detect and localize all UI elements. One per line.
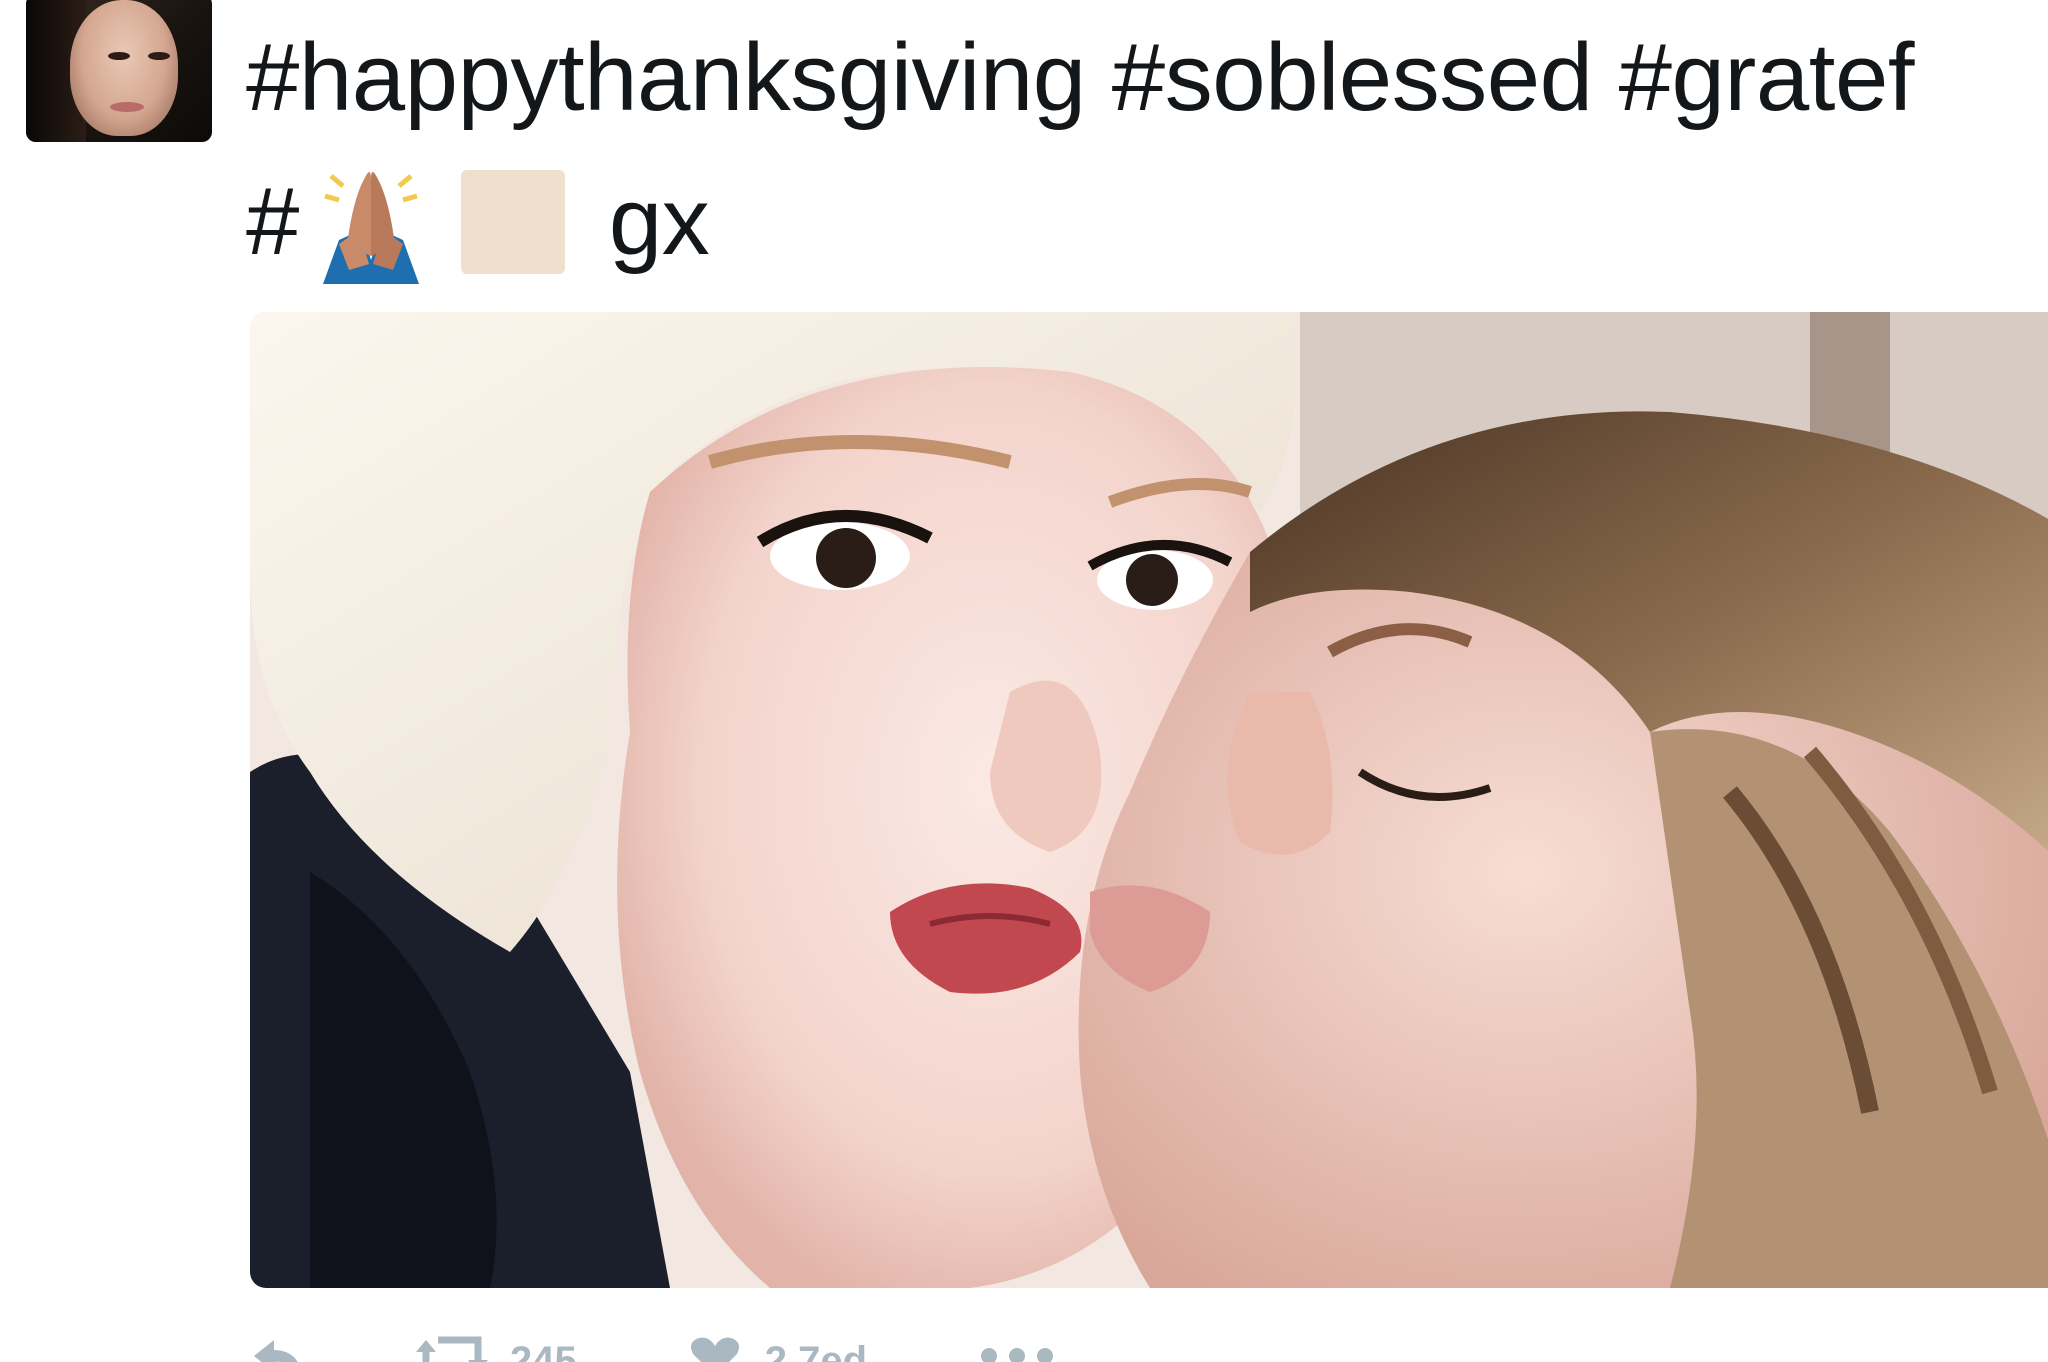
like-button[interactable]: 2,7ed xyxy=(687,1336,867,1362)
tweet-text-tail: gx xyxy=(608,168,710,275)
heart-icon xyxy=(687,1336,743,1362)
tweet-text-line-2: # gx xyxy=(246,160,710,284)
hashtag-symbol[interactable]: # xyxy=(246,166,299,278)
tweet-text-line-1: #happythanksgiving #soblessed #gratef xyxy=(246,24,1915,131)
retweet-button[interactable]: 245 xyxy=(416,1336,577,1362)
folded-hands-icon xyxy=(309,160,433,284)
reply-icon xyxy=(250,1336,306,1362)
more-button[interactable] xyxy=(977,1336,1057,1362)
avatar-face xyxy=(70,0,178,136)
retweet-count: 245 xyxy=(510,1338,577,1362)
photo-illustration xyxy=(250,312,2048,1288)
avatar[interactable] xyxy=(26,0,212,142)
reply-button[interactable] xyxy=(250,1336,306,1362)
retweet-icon xyxy=(416,1336,488,1362)
avatar-eye xyxy=(148,52,170,60)
avatar-eye xyxy=(108,52,130,60)
like-count: 2,7ed xyxy=(764,1338,868,1362)
tweet: #happythanksgiving #soblessed #gratef # … xyxy=(0,0,2048,1362)
avatar-lips xyxy=(110,102,144,112)
more-icon xyxy=(977,1336,1057,1362)
skin-tone-modifier-icon xyxy=(460,170,565,274)
tweet-actions: 245 2,7ed xyxy=(250,1336,1167,1362)
tweet-photo[interactable] xyxy=(250,312,2048,1288)
